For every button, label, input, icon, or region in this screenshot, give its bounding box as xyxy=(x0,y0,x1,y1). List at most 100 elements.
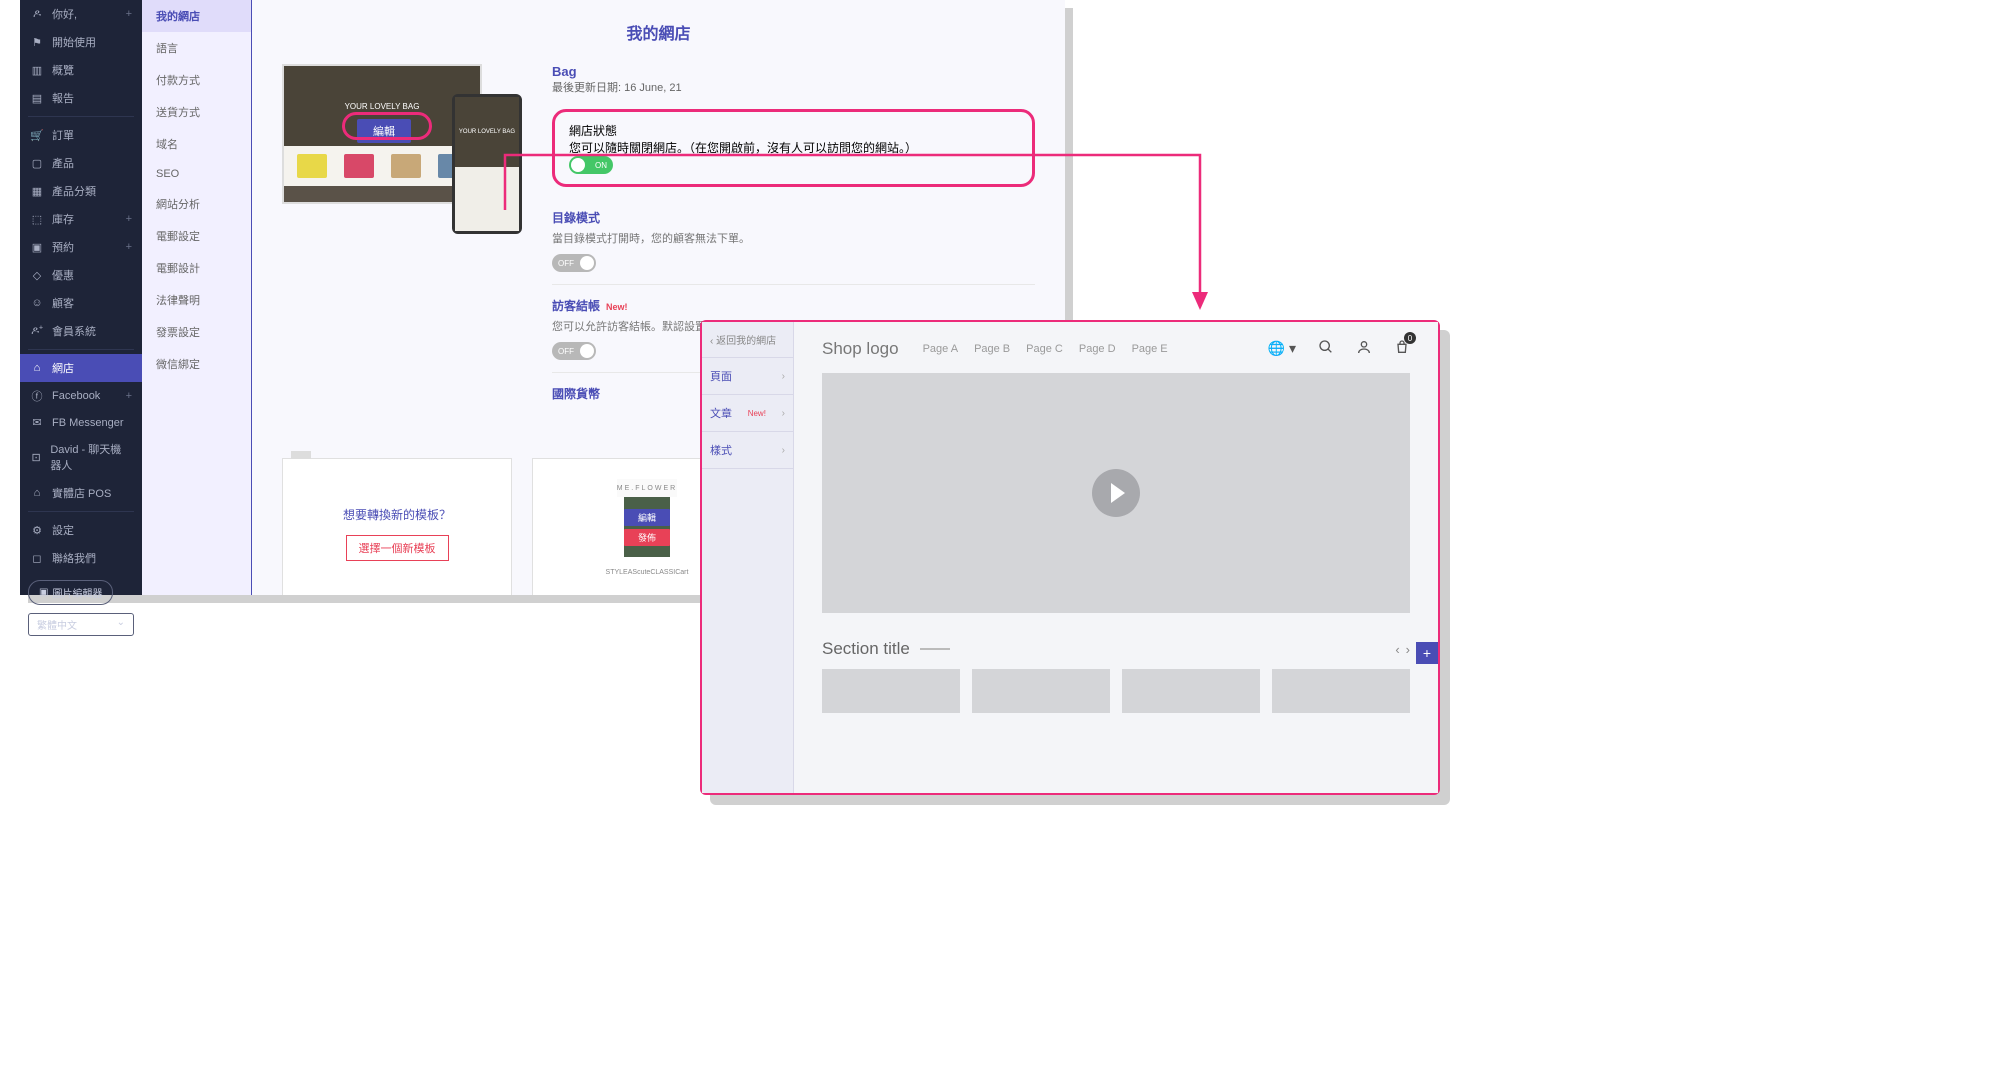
store-editor-panel: ‹ 返回我的網店 頁面›文章New!›樣式› Shop logo Page AP… xyxy=(700,320,1440,795)
msg-icon: ✉ xyxy=(30,416,44,429)
subnav-item[interactable]: 域名 xyxy=(142,128,252,160)
subnav-item[interactable]: 付款方式 xyxy=(142,64,252,96)
subnav-item[interactable]: 網站分析 xyxy=(142,188,252,220)
subnav-item[interactable]: 發票設定 xyxy=(142,316,252,348)
image-editor-button[interactable]: ▣ 圖片編輯器 xyxy=(28,580,113,605)
sidebar-item-網店[interactable]: ⌂網店 xyxy=(20,354,142,382)
brand-logo: art xyxy=(680,569,688,576)
store-icon: ⌂ xyxy=(30,362,44,374)
sidebar-item-預約[interactable]: ▣預約+ xyxy=(20,233,142,261)
shop-icon: ⌂ xyxy=(30,487,44,499)
catalog-mode-toggle[interactable]: OFF xyxy=(552,254,596,272)
sidebar-item-顧客[interactable]: ☺顧客 xyxy=(20,289,142,317)
sidebar-item-設定[interactable]: ⚙設定 xyxy=(20,516,142,544)
expand-icon: + xyxy=(126,241,132,253)
page-link[interactable]: Page B xyxy=(974,343,1010,355)
sidebar-item-產品分類[interactable]: ▦產品分類 xyxy=(20,177,142,205)
edit-store-button[interactable]: 編輯 xyxy=(357,119,411,143)
brand-logo: cute xyxy=(637,569,650,576)
mobile-preview: YOUR LOVELY BAG xyxy=(452,94,522,234)
sidebar-item-優惠[interactable]: ◇優惠 xyxy=(20,261,142,289)
expand-icon: + xyxy=(126,8,132,20)
product-card-placeholder[interactable] xyxy=(822,669,960,713)
subnav-item[interactable]: 電郵設定 xyxy=(142,220,252,252)
sidebar-item-庫存[interactable]: ⬚庫存+ xyxy=(20,205,142,233)
shop-name: Bag xyxy=(552,64,1035,79)
choose-template-button[interactable]: 選擇一個新模板 xyxy=(346,535,449,561)
new-badge: New! xyxy=(606,302,628,312)
expand-icon: + xyxy=(126,390,132,402)
editor-sidebar: ‹ 返回我的網店 頁面›文章New!›樣式› xyxy=(702,322,794,793)
subnav-item[interactable]: 語言 xyxy=(142,32,252,64)
subnav-item[interactable]: SEO xyxy=(142,160,252,188)
store-status-highlight: 網店狀態 您可以隨時關閉網店。（在您開啟前，沒有人可以訪問您的網站。） ON xyxy=(552,109,1035,187)
sidebar-item-你好,[interactable]: ዶ你好,+ xyxy=(20,0,142,28)
chevron-right-icon: › xyxy=(782,445,785,456)
editor-nav-item[interactable]: 文章New!› xyxy=(702,395,793,432)
section-title: Section title xyxy=(822,639,910,659)
product-card-placeholder[interactable] xyxy=(1272,669,1410,713)
sidebar-item-報告[interactable]: ▤報告 xyxy=(20,84,142,112)
section-divider xyxy=(920,648,950,650)
sidebar-item-訂單[interactable]: 🛒訂單 xyxy=(20,121,142,149)
search-icon[interactable] xyxy=(1318,339,1334,358)
chevron-right-icon: › xyxy=(782,371,785,382)
store-status-toggle[interactable]: ON xyxy=(569,156,613,174)
store-preview: YOUR LOVELY BAG YOUR LOVELY BAG 編輯 xyxy=(282,64,522,224)
chevron-down-icon: ⌄ xyxy=(117,617,125,632)
video-block[interactable] xyxy=(822,373,1410,613)
bot-icon: ⊡ xyxy=(30,451,42,464)
play-icon[interactable] xyxy=(1092,469,1140,517)
subnav-item[interactable]: 送貨方式 xyxy=(142,96,252,128)
sidebar-item-開始使用[interactable]: ⚑開始使用 xyxy=(20,28,142,56)
carousel-next-icon[interactable]: › xyxy=(1406,642,1410,657)
page-title: 我的網店 xyxy=(282,20,1035,44)
page-link[interactable]: Page A xyxy=(923,343,958,355)
product-card-placeholder[interactable] xyxy=(1122,669,1260,713)
secondary-sidebar: 我的網店語言付款方式送貨方式域名SEO網站分析電郵設定電郵設計法律聲明發票設定微… xyxy=(142,0,252,595)
page-link[interactable]: Page E xyxy=(1132,343,1168,355)
sidebar-item-會員系統[interactable]: ዶ⁺會員系統 xyxy=(20,317,142,345)
sidebar-item-David - 聊天機器人[interactable]: ⊡David - 聊天機器人 xyxy=(20,435,142,479)
user-icon[interactable] xyxy=(1356,339,1372,358)
subnav-item[interactable]: 微信綁定 xyxy=(142,348,252,380)
guest-checkout-toggle[interactable]: OFF xyxy=(552,342,596,360)
add-section-button[interactable]: + xyxy=(1416,642,1438,664)
sidebar-item-概覽[interactable]: ▥概覽 xyxy=(20,56,142,84)
sidebar-item-FB Messenger[interactable]: ✉FB Messenger xyxy=(20,410,142,435)
sidebar-item-實體店 POS[interactable]: ⌂實體店 POS xyxy=(20,479,142,507)
product-thumb xyxy=(297,154,327,178)
template-publish-button[interactable]: 發佈 xyxy=(624,529,670,546)
editor-back-button[interactable]: ‹ 返回我的網店 xyxy=(702,322,793,358)
cal-icon: ▣ xyxy=(30,241,44,254)
subnav-item[interactable]: 法律聲明 xyxy=(142,284,252,316)
primary-sidebar: ዶ你好,+⚑開始使用▥概覽▤報告 🛒訂單▢產品▦產品分類⬚庫存+▣預約+◇優惠☺顧… xyxy=(20,0,142,595)
sidebar-item-Facebook[interactable]: ⓕFacebook+ xyxy=(20,382,142,410)
language-label: 繁體中文 xyxy=(37,617,77,632)
language-select[interactable]: 繁體中文 ⌄ xyxy=(28,613,134,636)
template-edit-button[interactable]: 編輯 xyxy=(624,509,670,526)
page-link[interactable]: Page D xyxy=(1079,343,1116,355)
gear-icon: ⚙ xyxy=(30,524,44,537)
ticket-icon: ◇ xyxy=(30,269,44,282)
editor-nav-item[interactable]: 樣式› xyxy=(702,432,793,469)
users-icon: ዶ⁺ xyxy=(30,325,44,338)
sidebar-item-聯絡我們[interactable]: ◻聯絡我們 xyxy=(20,544,142,572)
carousel-prev-icon[interactable]: ‹ xyxy=(1395,642,1399,657)
subnav-item[interactable]: 電郵設計 xyxy=(142,252,252,284)
cart-icon[interactable]: 0 xyxy=(1394,338,1410,359)
sidebar-item-產品[interactable]: ▢產品 xyxy=(20,149,142,177)
subnav-item[interactable]: 我的網店 xyxy=(142,0,252,32)
face-icon: ☺ xyxy=(30,297,44,309)
shop-last-updated: 最後更新日期: 16 June, 21 xyxy=(552,79,1035,95)
brand-logo: CLASSIC xyxy=(650,569,680,576)
product-card-placeholder[interactable] xyxy=(972,669,1110,713)
cart-icon: 🛒 xyxy=(30,129,44,142)
page-link[interactable]: Page C xyxy=(1026,343,1063,355)
expand-icon: + xyxy=(126,213,132,225)
template-question: 想要轉換新的模板？ xyxy=(343,506,451,523)
product-thumb xyxy=(391,154,421,178)
globe-icon[interactable]: 🌐 ▾ xyxy=(1268,340,1296,357)
store-status-desc: 您可以隨時關閉網店。（在您開啟前，沒有人可以訪問您的網站。） xyxy=(569,139,1018,156)
editor-nav-item[interactable]: 頁面› xyxy=(702,358,793,395)
